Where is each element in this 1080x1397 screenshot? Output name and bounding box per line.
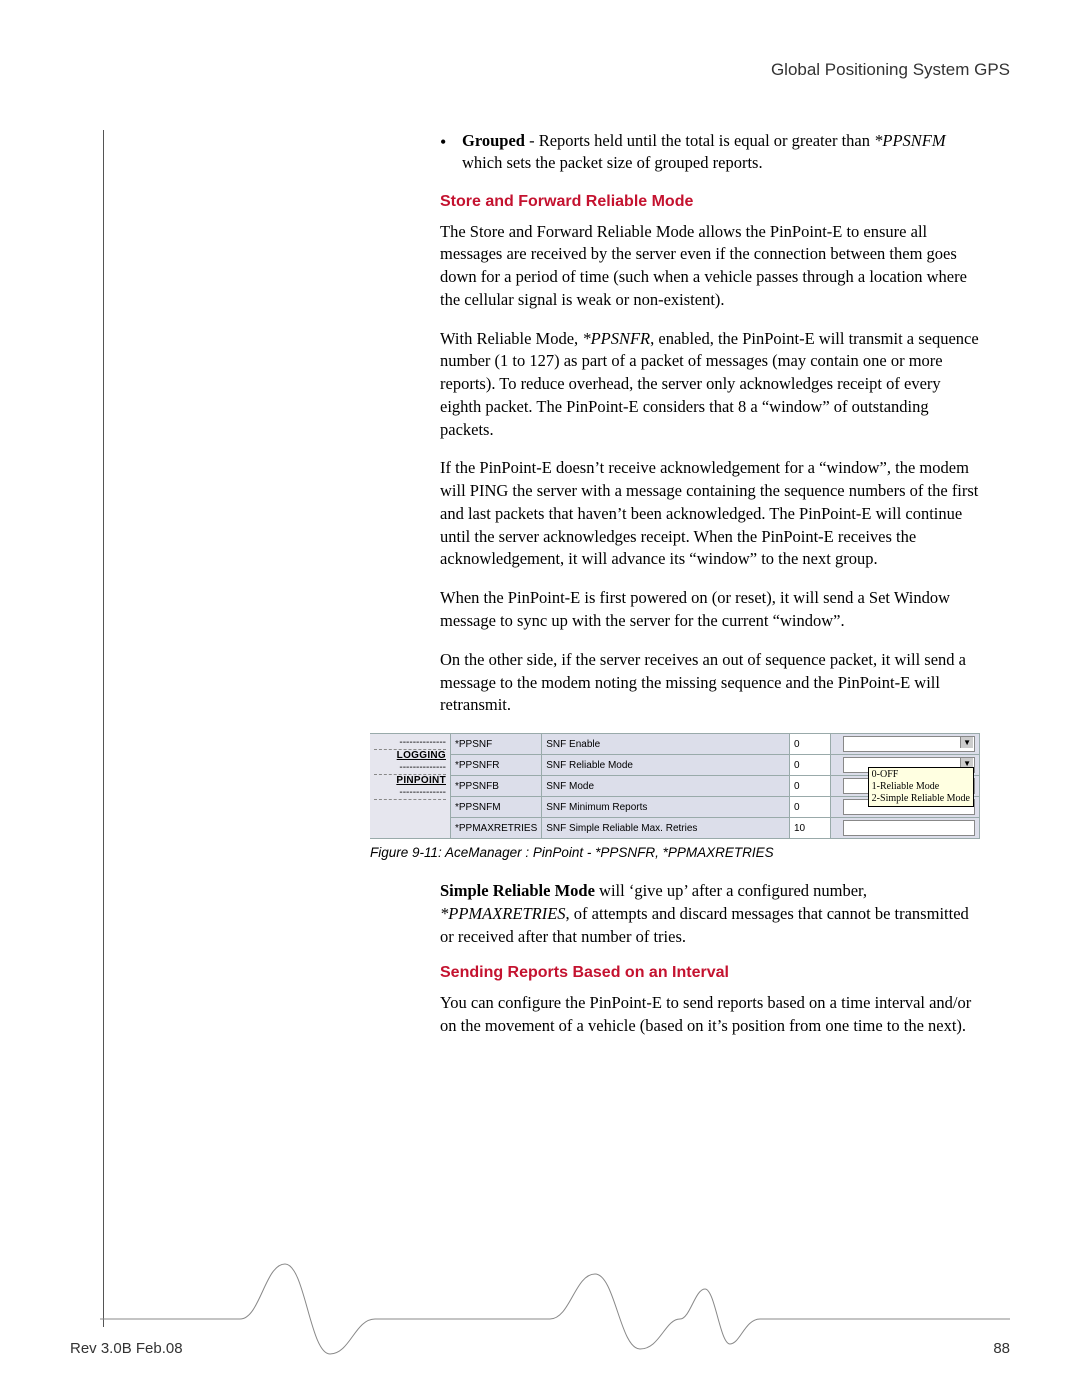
store-p1: The Store and Forward Reliable Mode allo…: [440, 221, 980, 312]
cell-name: *PPSNFB: [451, 776, 542, 797]
footer-rev: Rev 3.0B Feb.08: [70, 1340, 183, 1357]
simple-reliable-para: Simple Reliable Mode will ‘give up’ afte…: [440, 880, 980, 948]
cell-desc: SNF Reliable Mode: [542, 755, 790, 776]
footer-page-number: 88: [993, 1340, 1010, 1357]
simple-text-1: will ‘give up’ after a configured number…: [595, 881, 867, 900]
cell-desc: SNF Simple Reliable Max. Retries: [542, 818, 790, 839]
heading-store-forward: Store and Forward Reliable Mode: [440, 193, 980, 211]
figure-9-11: -------------- LOGGING -------------- PI…: [370, 733, 980, 839]
cell-name: *PPSNFR: [451, 755, 542, 776]
page-header: Global Positioning System GPS: [100, 60, 1010, 80]
cell-desc: SNF Enable: [542, 734, 790, 755]
store-p4: When the PinPoint-E is first powered on …: [440, 587, 980, 633]
table-row: *PPMAXRETRIES SNF Simple Reliable Max. R…: [370, 818, 980, 839]
sidebar-sep: --------------: [374, 736, 446, 750]
heading-sending-interval: Sending Reports Based on an Interval: [440, 964, 980, 982]
cell-val: 0: [790, 755, 831, 776]
cell-name: *PPSNFM: [451, 797, 542, 818]
cell-name: *PPMAXRETRIES: [451, 818, 542, 839]
bullet-text-1: - Reports held until the total is equal …: [525, 131, 874, 150]
tooltip-line: 1-Reliable Mode: [872, 781, 970, 793]
cell-val: 0: [790, 734, 831, 755]
dropdown-icon[interactable]: [843, 736, 975, 752]
textbox[interactable]: [843, 820, 975, 836]
store-p2: With Reliable Mode, *PPSNFR, enabled, th…: [440, 328, 980, 442]
figure-caption: Figure 9-11: AceManager : PinPoint - *PP…: [370, 845, 980, 860]
cell-desc: SNF Minimum Reports: [542, 797, 790, 818]
cell-desc: SNF Mode: [542, 776, 790, 797]
cell-name: *PPSNF: [451, 734, 542, 755]
ppmaxretries-cmd: *PPMAXRETRIES: [440, 904, 566, 923]
tooltip-line: 0-OFF: [872, 769, 970, 781]
ppsnfm-cmd: *PPSNFM: [874, 131, 946, 150]
simple-lead: Simple Reliable Mode: [440, 881, 595, 900]
cell-input[interactable]: [831, 734, 980, 755]
sidebar-sep: --------------: [374, 761, 446, 775]
tooltip-line: 2-Simple Reliable Mode: [872, 793, 970, 805]
sidebar-item-pinpoint[interactable]: PINPOINT: [374, 775, 446, 786]
store-p5: On the other side, if the server receive…: [440, 649, 980, 717]
cell-val: 0: [790, 797, 831, 818]
table-row: -------------- LOGGING -------------- PI…: [370, 734, 980, 755]
sending-p1: You can configure the PinPoint-E to send…: [440, 992, 980, 1038]
sidebar-item-logging[interactable]: LOGGING: [374, 750, 446, 761]
tooltip-reliable-mode: 0-OFF 1-Reliable Mode 2-Simple Reliable …: [868, 767, 974, 807]
cell-val: 10: [790, 818, 831, 839]
cell-input[interactable]: [831, 818, 980, 839]
store-p3: If the PinPoint-E doesn’t receive acknow…: [440, 457, 980, 571]
ppsnfr-cmd: *PPSNFR: [582, 329, 650, 348]
bullet-lead: Grouped: [462, 131, 525, 150]
sidebar-sep: --------------: [374, 786, 446, 800]
left-rule: [103, 130, 104, 1327]
footer: Rev 3.0B Feb.08 88: [70, 1340, 1010, 1357]
cell-val: 0: [790, 776, 831, 797]
bullet-grouped: Grouped - Reports held until the total i…: [440, 130, 980, 175]
store-p2a: With Reliable Mode,: [440, 329, 582, 348]
bullet-text-2: which sets the packet size of grouped re…: [462, 153, 763, 172]
